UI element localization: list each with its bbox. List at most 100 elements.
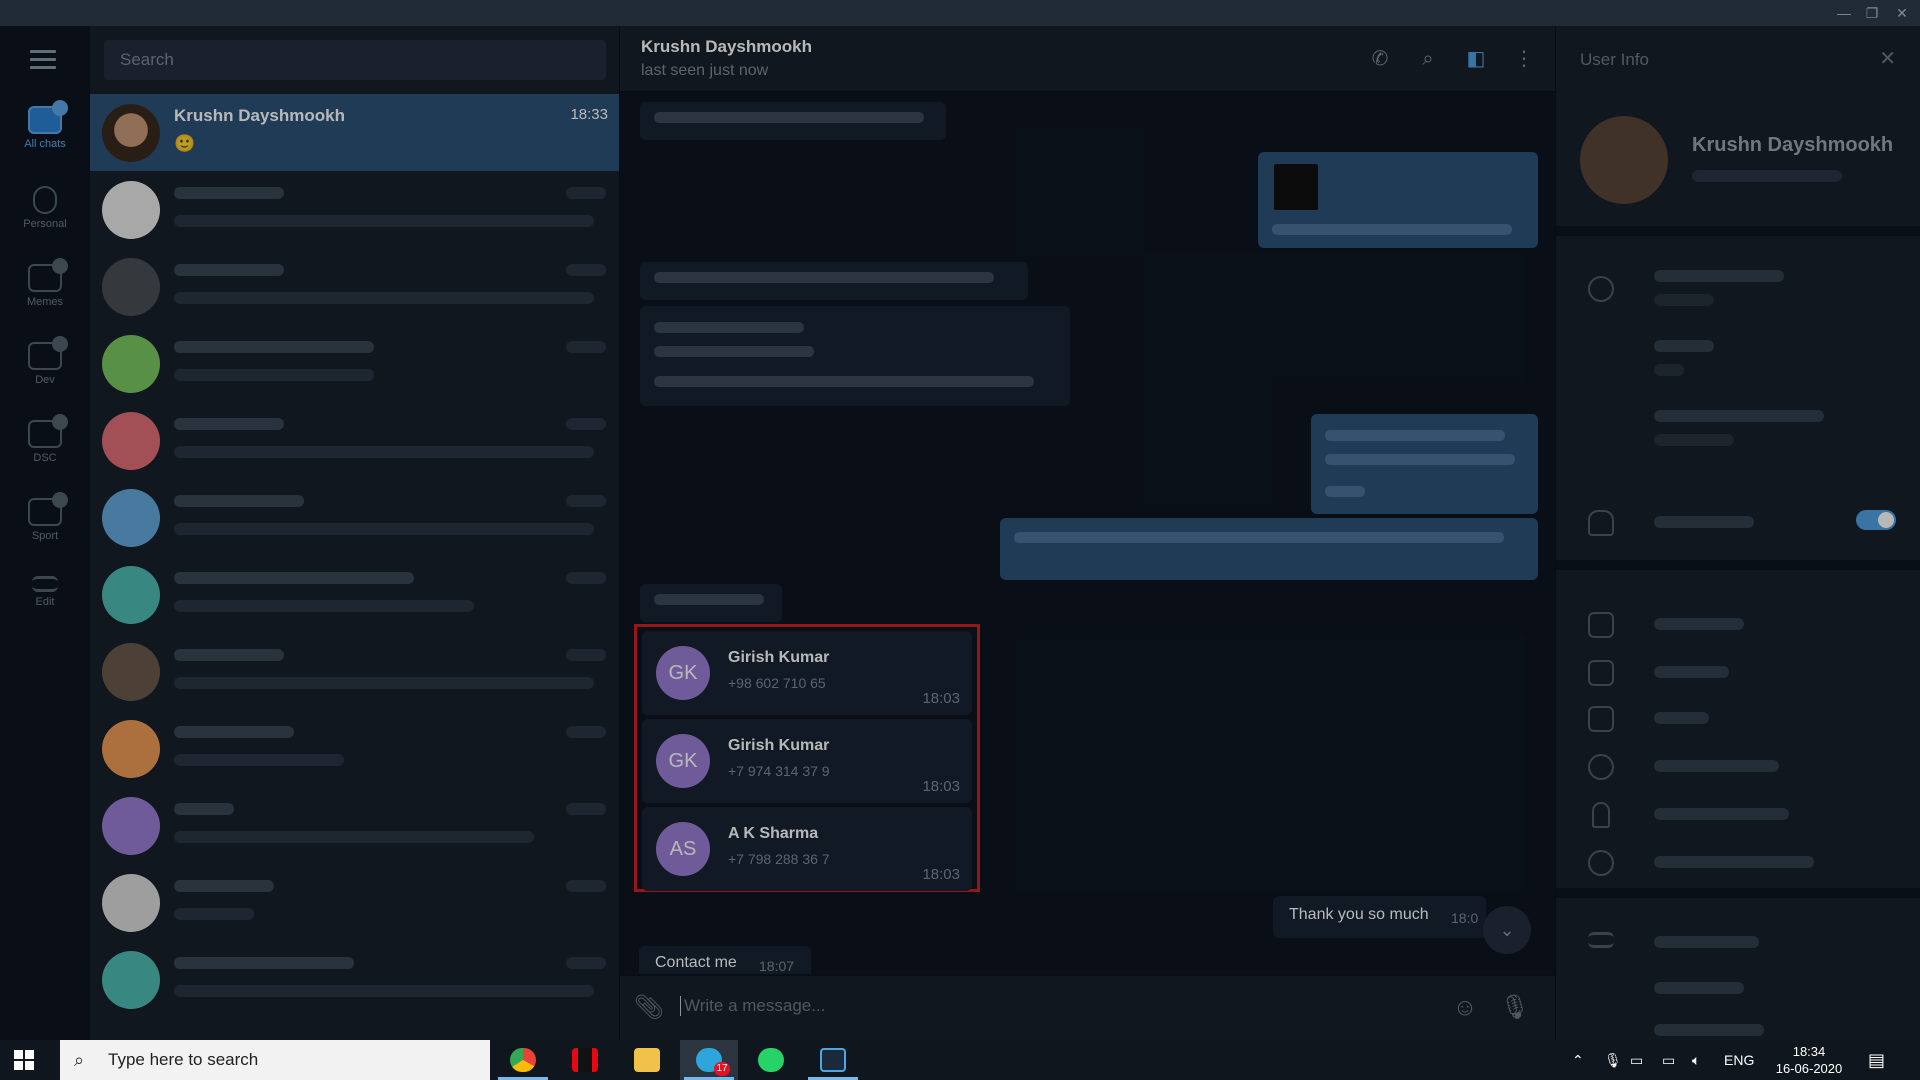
blurred-phone: [1654, 270, 1784, 282]
blurred-text: [1325, 430, 1505, 441]
language-indicator[interactable]: ENG: [1724, 1040, 1754, 1080]
more-icon[interactable]: ⋮: [1511, 46, 1537, 72]
chat-row[interactable]: [90, 864, 619, 941]
chat-row[interactable]: [90, 479, 619, 556]
chat-row[interactable]: [90, 556, 619, 633]
blurred-media-row[interactable]: [1654, 618, 1744, 630]
contact-card[interactable]: GK Girish Kumar +7 974 314 37 9 18:03: [642, 719, 972, 803]
blurred-text: [654, 322, 804, 333]
app-pinned[interactable]: [804, 1040, 862, 1080]
folder-memes[interactable]: Memes: [0, 254, 90, 330]
folder-sport[interactable]: Sport: [0, 488, 90, 564]
taskbar-search-placeholder: Type here to search: [108, 1050, 259, 1069]
folder-label: DSC: [33, 452, 57, 464]
blurred-media-row[interactable]: [1654, 760, 1779, 772]
file-explorer-app[interactable]: [618, 1040, 676, 1080]
microphone-icon[interactable]: 🎙︎: [1498, 991, 1532, 1025]
message-bubble: [640, 102, 946, 140]
search-input[interactable]: Search: [104, 40, 606, 80]
blurred-last-seen: [1692, 170, 1842, 182]
emoji-icon[interactable]: ☺: [1448, 991, 1482, 1025]
sidebar-toggle-icon[interactable]: ◧: [1463, 46, 1489, 72]
folder-edit[interactable]: Edit: [0, 566, 90, 642]
blurred-time: [566, 649, 606, 661]
folder-all-chats[interactable]: All chats: [0, 96, 90, 172]
chat-title[interactable]: Krushn Dayshmookh: [641, 37, 812, 57]
telegram-app[interactable]: 17: [680, 1040, 738, 1080]
volume-icon[interactable]: 🔈︎: [1692, 1040, 1700, 1080]
chat-row[interactable]: [90, 171, 619, 248]
blurred-action[interactable]: [1654, 936, 1759, 948]
chat-preview: 🙂: [174, 134, 196, 153]
chat-time: 18:33: [570, 106, 608, 123]
blurred-username: [1654, 410, 1824, 422]
blurred-media-row[interactable]: [1654, 856, 1814, 868]
chat-row-active[interactable]: Krushn Dayshmookh 18:33 🙂: [90, 94, 619, 171]
avatar: [102, 412, 160, 470]
chrome-icon: [510, 1048, 536, 1072]
clock[interactable]: 18:34 16-06-2020: [1774, 1043, 1844, 1077]
chat-row[interactable]: [90, 941, 619, 1018]
contact-card[interactable]: GK Girish Kumar +98 602 710 65 18:03: [642, 631, 972, 715]
blurred-time: [566, 341, 606, 353]
folders-sidebar: All chats Personal Memes Dev DSC Sport E…: [0, 26, 90, 1040]
minimize-button[interactable]: —: [1830, 2, 1858, 24]
microphone-icon[interactable]: 🎙︎: [1604, 1040, 1622, 1080]
chat-row[interactable]: [90, 787, 619, 864]
restore-button[interactable]: ❐: [1858, 2, 1886, 24]
chat-row[interactable]: [90, 248, 619, 325]
blurred-media-row[interactable]: [1654, 666, 1729, 678]
search-icon[interactable]: ⌕: [1415, 46, 1441, 72]
message-composer: 📎︎ Write a message... ☺ 🎙︎: [620, 975, 1555, 1040]
scroll-down-button[interactable]: ⌄: [1483, 906, 1531, 954]
contact-phone: +7 798 288 36 7: [728, 851, 830, 867]
folder-personal[interactable]: Personal: [0, 176, 90, 252]
notifications-toggle[interactable]: [1856, 510, 1896, 530]
blurred-preview: [174, 831, 534, 843]
taskbar-search-input[interactable]: ⌕ Type here to search: [60, 1040, 490, 1080]
clock-date: 16-06-2020: [1775, 1061, 1843, 1076]
show-hidden-icons[interactable]: ⌃: [1572, 1040, 1584, 1080]
message-time: 18:03: [922, 690, 960, 707]
network-icon[interactable]: ▭: [1630, 1040, 1643, 1080]
menu-icon[interactable]: [30, 50, 56, 70]
chat-row[interactable]: [90, 633, 619, 710]
blurred-media-row[interactable]: [1654, 808, 1789, 820]
contact-name: Girish Kumar: [728, 737, 830, 754]
attach-icon[interactable]: 📎︎: [632, 991, 666, 1025]
blurred-text: [1014, 532, 1504, 543]
blurred-name: [174, 264, 284, 276]
phone-icon[interactable]: ✆: [1367, 46, 1393, 72]
chat-header: Krushn Dayshmookh last seen just now ✆ ⌕…: [620, 26, 1555, 92]
message-input[interactable]: Write a message...: [684, 996, 825, 1016]
contact-card[interactable]: AS A K Sharma +7 798 288 36 7 18:03: [642, 807, 972, 891]
close-button[interactable]: ✕: [1888, 2, 1916, 24]
blurred-name: [174, 649, 284, 661]
blurred-name: [174, 418, 284, 430]
close-icon[interactable]: ✕: [1879, 46, 1896, 71]
profile-avatar[interactable]: [1580, 116, 1668, 204]
windows-start-icon[interactable]: [14, 1050, 34, 1070]
folder-dev[interactable]: Dev: [0, 332, 90, 408]
blurred-name: [174, 957, 354, 969]
blurred-preview: [174, 677, 594, 689]
notifications-icon[interactable]: ▤: [1868, 1040, 1885, 1080]
folder-dsc[interactable]: DSC: [0, 410, 90, 486]
clock-time: 18:34: [1792, 1044, 1826, 1059]
battery-icon[interactable]: ▭: [1662, 1040, 1675, 1080]
share-icon: [1588, 932, 1614, 948]
netflix-app[interactable]: [556, 1040, 614, 1080]
contact-avatar: GK: [656, 646, 710, 700]
blurred-label: [1654, 434, 1734, 446]
chat-row[interactable]: [90, 402, 619, 479]
chat-row[interactable]: [90, 710, 619, 787]
blurred-media-row[interactable]: [1654, 712, 1709, 724]
blurred-preview: [174, 908, 254, 920]
panel-title: User Info: [1580, 50, 1649, 69]
chrome-app[interactable]: [494, 1040, 552, 1080]
chat-row[interactable]: [90, 325, 619, 402]
whatsapp-app[interactable]: [742, 1040, 800, 1080]
settings-icon: [32, 576, 58, 592]
blurred-action[interactable]: [1654, 982, 1744, 994]
blurred-action[interactable]: [1654, 1024, 1764, 1036]
